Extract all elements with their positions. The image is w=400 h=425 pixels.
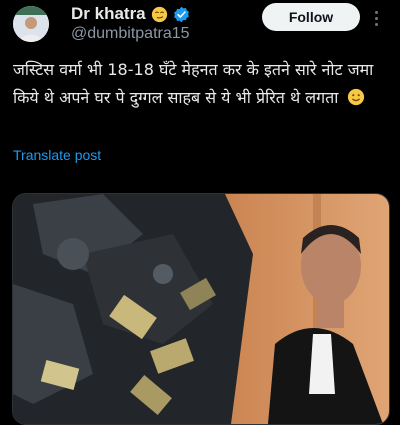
author-name-row: Dr khatra [71,2,190,26]
post-media[interactable] [12,193,390,425]
smiling-face-icon [347,88,364,106]
more-options-icon[interactable] [366,8,386,28]
burnt-currency-notes-photo [13,194,253,424]
follow-button[interactable]: Follow [262,3,360,31]
smirking-face-icon [151,6,167,22]
translate-post-link[interactable]: Translate post [13,147,101,163]
post-text-block: जस्टिस वर्मा भी 18-18 घँटे मेहनत कर के इ… [13,56,393,112]
author-display-name[interactable]: Dr khatra [71,4,146,24]
author-handle[interactable]: @dumbitpatra15 [71,25,190,43]
post-text: जस्टिस वर्मा भी 18-18 घँटे मेहनत कर के इ… [13,60,374,107]
verified-badge-icon [173,6,189,22]
avatar[interactable] [13,6,49,42]
